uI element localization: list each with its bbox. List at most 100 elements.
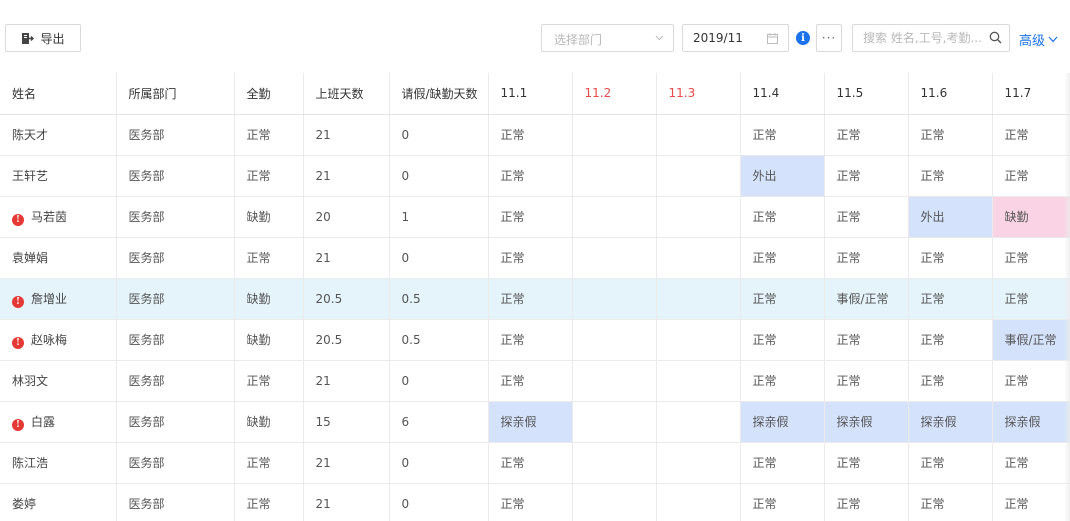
table-cell-work-days: 15 <box>302 401 389 443</box>
table-cell-full: 正常 <box>233 483 303 521</box>
employee-name-cell: 娄婷 <box>0 483 116 521</box>
column-header[interactable]: 姓名 <box>0 73 116 115</box>
table-cell-d1: 正常 <box>487 319 572 361</box>
column-header[interactable]: 11.7 <box>991 73 1070 115</box>
table-cell-d5: 正常 <box>823 483 908 521</box>
table-cell-d4: 探亲假 <box>739 401 824 443</box>
table-row[interactable]: ! 詹增业 医务部 缺勤 20.5 0.5 正常 正常 事假/正常 正常 正常 <box>0 278 1070 320</box>
table-cell-d2 <box>571 483 656 521</box>
table-cell-d2 <box>571 196 656 238</box>
table-cell-dept: 医务部 <box>115 401 234 443</box>
info-icon[interactable]: i <box>796 31 810 45</box>
employee-name-cell: 袁婵娟 <box>0 237 116 279</box>
employee-name-cell: 林羽文 <box>0 360 116 402</box>
table-cell-d4: 正常 <box>739 196 824 238</box>
employee-name-cell: ! 白露 <box>0 401 116 443</box>
table-row[interactable]: 林羽文 医务部 正常 21 0 正常 正常 正常 正常 正常 <box>0 360 1070 402</box>
table-cell-d7: 正常 <box>991 360 1070 402</box>
table-cell-d2 <box>571 155 656 197</box>
table-cell-d1: 正常 <box>487 360 572 402</box>
column-header[interactable]: 11.6 <box>907 73 992 115</box>
export-icon <box>22 32 35 44</box>
table-cell-full: 正常 <box>233 155 303 197</box>
table-cell-d1: 探亲假 <box>487 401 572 443</box>
table-cell-d4: 外出 <box>739 155 824 197</box>
table-cell-d2 <box>571 114 656 156</box>
table-row[interactable]: ! 马若茵 医务部 缺勤 20 1 正常 正常 正常 外出 缺勤 <box>0 196 1070 238</box>
table-cell-d7: 探亲假 <box>991 401 1070 443</box>
table-cell-work-days: 20.5 <box>302 319 389 361</box>
employee-name: 詹增业 <box>31 291 68 306</box>
table-cell-d3 <box>655 114 740 156</box>
table-cell-work-days: 20 <box>302 196 389 238</box>
search-icon[interactable] <box>989 31 1002 44</box>
column-header[interactable]: 所属部门 <box>115 73 234 115</box>
column-header[interactable]: 11.1 <box>487 73 572 115</box>
table-cell-work-days: 21 <box>302 237 389 279</box>
department-select-placeholder: 选择部门 <box>554 33 603 47</box>
advanced-filter-link[interactable]: 高级 <box>1019 30 1058 49</box>
column-header[interactable]: 上班天数 <box>302 73 389 115</box>
table-cell-work-days: 21 <box>302 114 389 156</box>
table-row[interactable]: 袁婵娟 医务部 正常 21 0 正常 正常 正常 正常 正常 <box>0 237 1070 279</box>
table-cell-d5: 正常 <box>823 155 908 197</box>
chevron-down-icon <box>1048 36 1058 43</box>
toolbar: 导出 选择部门 2019/11 i ··· 高级 <box>0 0 1070 64</box>
table-cell-full: 正常 <box>233 114 303 156</box>
month-picker[interactable]: 2019/11 <box>682 24 789 52</box>
table-row[interactable]: ! 白露 医务部 缺勤 15 6 探亲假 探亲假 探亲假 探亲假 探亲假 <box>0 401 1070 443</box>
table-row[interactable]: 陈江浩 医务部 正常 21 0 正常 正常 正常 正常 正常 <box>0 442 1070 484</box>
table-cell-d1: 正常 <box>487 196 572 238</box>
table-cell-dept: 医务部 <box>115 114 234 156</box>
table-cell-d3 <box>655 319 740 361</box>
table-cell-d4: 正常 <box>739 483 824 521</box>
department-select[interactable]: 选择部门 <box>541 24 674 52</box>
column-header[interactable]: 11.5 <box>823 73 908 115</box>
table-cell-leave-days: 0.5 <box>388 319 488 361</box>
table-cell-dept: 医务部 <box>115 196 234 238</box>
table-row[interactable]: 娄婷 医务部 正常 21 0 正常 正常 正常 正常 正常 <box>0 483 1070 521</box>
search-input[interactable] <box>853 25 985 51</box>
table-cell-d7: 正常 <box>991 483 1070 521</box>
column-header[interactable]: 请假/缺勤天数 <box>388 73 488 115</box>
table-cell-full: 缺勤 <box>233 278 303 320</box>
table-row[interactable]: 陈天才 医务部 正常 21 0 正常 正常 正常 正常 正常 <box>0 114 1070 156</box>
table-cell-d6: 正常 <box>907 483 992 521</box>
scroll-fade <box>1064 73 1070 521</box>
table-cell-d3 <box>655 196 740 238</box>
table-cell-d7: 正常 <box>991 155 1070 197</box>
more-button[interactable]: ··· <box>816 24 842 52</box>
search-box[interactable] <box>852 24 1010 52</box>
table-cell-d6: 外出 <box>907 196 992 238</box>
employee-name-cell: ! 赵咏梅 <box>0 319 116 361</box>
employee-name: 林羽文 <box>12 374 49 388</box>
table-cell-d5: 正常 <box>823 196 908 238</box>
table-cell-d6: 正常 <box>907 114 992 156</box>
column-header[interactable]: 11.4 <box>739 73 824 115</box>
table-cell-d2 <box>571 401 656 443</box>
table-cell-d4: 正常 <box>739 442 824 484</box>
table-cell-d1: 正常 <box>487 155 572 197</box>
table-row[interactable]: 王轩艺 医务部 正常 21 0 正常 外出 正常 正常 正常 <box>0 155 1070 197</box>
export-button[interactable]: 导出 <box>5 24 81 52</box>
table-cell-d1: 正常 <box>487 237 572 279</box>
employee-name-cell: ! 马若茵 <box>0 196 116 238</box>
table-cell-d7: 正常 <box>991 442 1070 484</box>
table-cell-d4: 正常 <box>739 278 824 320</box>
warning-icon: ! <box>12 213 24 226</box>
table-cell-d7: 正常 <box>991 278 1070 320</box>
table-row[interactable]: ! 赵咏梅 医务部 缺勤 20.5 0.5 正常 正常 正常 正常 事假/正常 <box>0 319 1070 361</box>
chevron-down-icon <box>655 35 664 41</box>
table-cell-d1: 正常 <box>487 483 572 521</box>
table-cell-d3 <box>655 442 740 484</box>
table-cell-d2 <box>571 319 656 361</box>
column-header[interactable]: 11.2 <box>571 73 656 115</box>
table-cell-d7: 事假/正常 <box>991 319 1070 361</box>
table-cell-d3 <box>655 237 740 279</box>
column-header[interactable]: 11.3 <box>655 73 740 115</box>
employee-name: 袁婵娟 <box>12 251 49 265</box>
column-header[interactable]: 全勤 <box>233 73 303 115</box>
table-cell-d3 <box>655 401 740 443</box>
table-cell-d2 <box>571 278 656 320</box>
table-cell-d3 <box>655 278 740 320</box>
